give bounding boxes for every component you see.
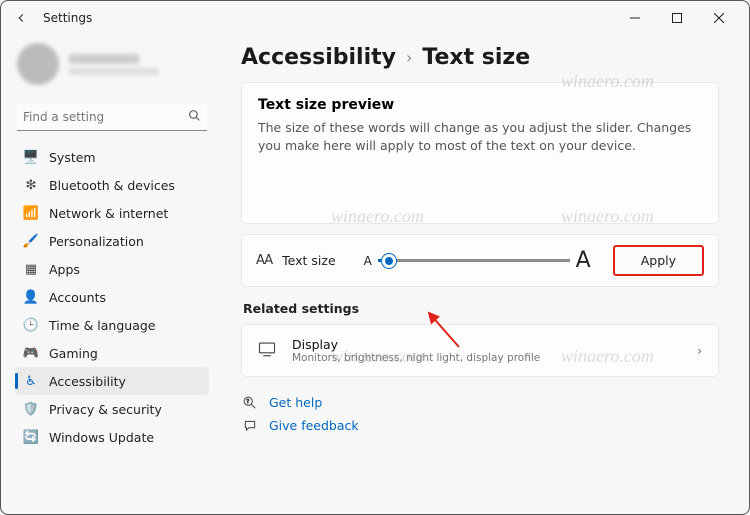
svg-text:?: ? [247,399,250,405]
apps-icon: ▦ [23,261,39,277]
text-size-slider-card: AA Text size A A Apply [241,234,719,287]
related-display-text: Display Monitors, brightness, night ligh… [292,337,540,364]
text-size-label: Text size [282,253,336,268]
settings-window: Settings [0,0,750,515]
sidebar-item-privacy-security[interactable]: 🛡️ Privacy & security [15,395,209,423]
window-buttons [621,6,741,30]
search-input[interactable] [23,110,188,124]
sidebar: 🖥️ System ❇ Bluetooth & devices 📶 Network & i… [1,35,219,514]
slider-max-glyph: A [576,248,591,273]
breadcrumb: Accessibility › Text size [241,45,719,70]
help-links: ? Get help Give feedback [241,391,719,437]
gaming-icon: 🎮 [23,345,39,361]
text-size-aa-icon: AA [256,253,272,268]
bluetooth-devices-icon: ❇ [23,177,39,193]
system-icon: 🖥️ [23,149,39,165]
breadcrumb-parent[interactable]: Accessibility [241,45,396,70]
sidebar-item-label: Privacy & security [49,402,162,417]
preview-heading: Text size preview [258,97,702,113]
sidebar-item-label: Accessibility [49,374,126,389]
text-size-slider[interactable]: A A [364,248,591,273]
window-title: Settings [43,11,92,25]
apply-button[interactable]: Apply [613,245,704,276]
chevron-right-icon: › [697,344,702,358]
profile-name-redacted [69,54,139,64]
privacy-security-icon: 🛡️ [23,401,39,417]
minimize-icon [630,13,640,23]
related-display-title: Display [292,337,540,352]
sidebar-item-network-internet[interactable]: 📶 Network & internet [15,199,209,227]
accounts-icon: 👤 [23,289,39,305]
get-help-label: Get help [269,395,322,410]
feedback-icon [243,419,259,433]
related-settings-heading: Related settings [243,301,719,316]
profile-email-redacted [69,68,159,75]
related-display-card[interactable]: Display Monitors, brightness, night ligh… [241,324,719,377]
sidebar-item-label: Network & internet [49,206,168,221]
maximize-icon [672,13,682,23]
time-language-icon: 🕒 [23,317,39,333]
breadcrumb-current: Text size [422,45,530,70]
profile-block[interactable] [15,37,209,97]
sidebar-item-label: Bluetooth & devices [49,178,175,193]
sidebar-item-gaming[interactable]: 🎮 Gaming [15,339,209,367]
display-icon [258,340,278,362]
search-icon [188,107,201,126]
back-button[interactable] [9,6,33,30]
sidebar-item-accounts[interactable]: 👤 Accounts [15,283,209,311]
sidebar-item-system[interactable]: 🖥️ System [15,143,209,171]
related-display-desc: Monitors, brightness, night light, displ… [292,352,540,364]
personalization-icon: 🖌️ [23,233,39,249]
preview-body: The size of these words will change as y… [258,119,702,155]
help-icon: ? [243,396,259,410]
get-help-link[interactable]: ? Get help [241,391,719,414]
maximize-button[interactable] [663,6,691,30]
profile-text [69,54,159,75]
give-feedback-link[interactable]: Give feedback [241,414,719,437]
give-feedback-label: Give feedback [269,418,359,433]
accessibility-icon: ♿ [23,373,39,389]
slider-thumb[interactable] [382,254,396,268]
sidebar-item-label: Apps [49,262,80,277]
close-button[interactable] [705,6,733,30]
sidebar-item-label: Gaming [49,346,98,361]
titlebar: Settings [1,1,749,35]
search-box[interactable] [17,103,207,131]
text-size-preview-card: Text size preview The size of these word… [241,82,719,224]
sidebar-item-label: Time & language [49,318,155,333]
sidebar-item-label: Windows Update [49,430,154,445]
main-panel: Accessibility › Text size Text size prev… [219,35,749,514]
close-icon [714,13,724,23]
sidebar-item-label: Accounts [49,290,106,305]
windows-update-icon: 🔄 [23,429,39,445]
sidebar-item-apps[interactable]: ▦ Apps [15,255,209,283]
sidebar-item-time-language[interactable]: 🕒 Time & language [15,311,209,339]
sidebar-item-accessibility[interactable]: ♿ Accessibility [15,367,209,395]
avatar [17,43,59,85]
slider-min-glyph: A [364,254,372,268]
sidebar-item-bluetooth-devices[interactable]: ❇ Bluetooth & devices [15,171,209,199]
breadcrumb-separator-icon: › [406,48,412,67]
nav-list: 🖥️ System ❇ Bluetooth & devices 📶 Network & i… [15,143,209,451]
network-internet-icon: 📶 [23,205,39,221]
minimize-button[interactable] [621,6,649,30]
slider-track[interactable] [378,259,570,262]
sidebar-item-windows-update[interactable]: 🔄 Windows Update [15,423,209,451]
arrow-left-icon [14,11,28,25]
sidebar-item-personalization[interactable]: 🖌️ Personalization [15,227,209,255]
sidebar-item-label: Personalization [49,234,144,249]
sidebar-item-label: System [49,150,96,165]
